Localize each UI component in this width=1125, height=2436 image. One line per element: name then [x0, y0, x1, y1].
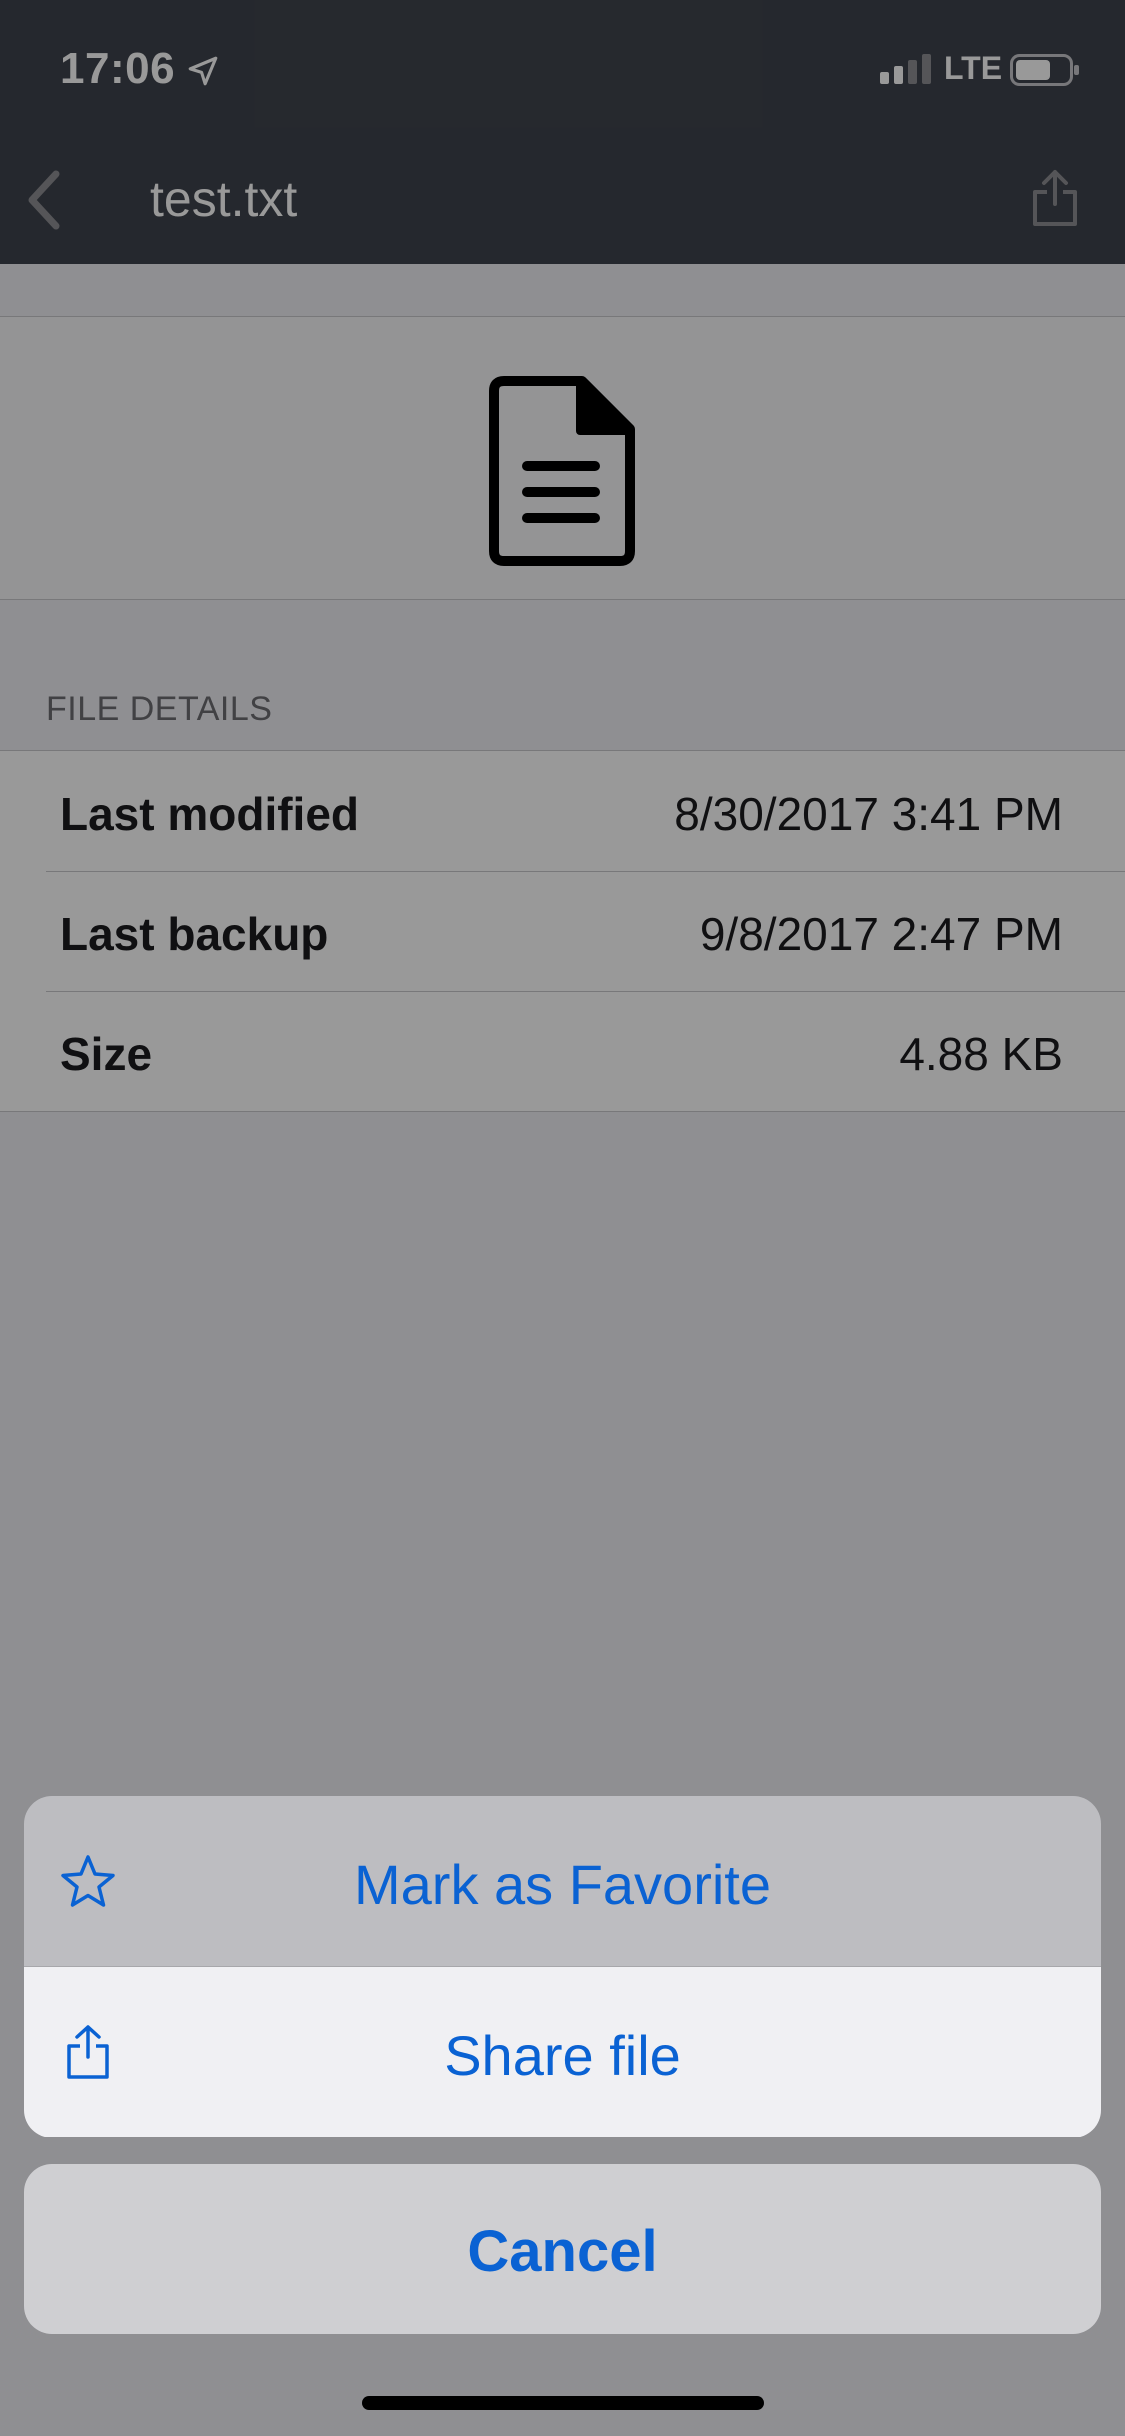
home-indicator[interactable] — [362, 2396, 764, 2410]
action-label: Mark as Favorite — [354, 1853, 771, 1916]
action-label: Share file — [444, 2024, 681, 2087]
cancel-label: Cancel — [467, 2219, 658, 2284]
action-sheet: Mark as Favorite Share file — [24, 1796, 1101, 2138]
share-file-button[interactable]: Share file — [24, 1967, 1101, 2137]
cancel-button[interactable]: Cancel — [24, 2164, 1101, 2334]
mark-as-favorite-button[interactable]: Mark as Favorite — [24, 1796, 1101, 1966]
